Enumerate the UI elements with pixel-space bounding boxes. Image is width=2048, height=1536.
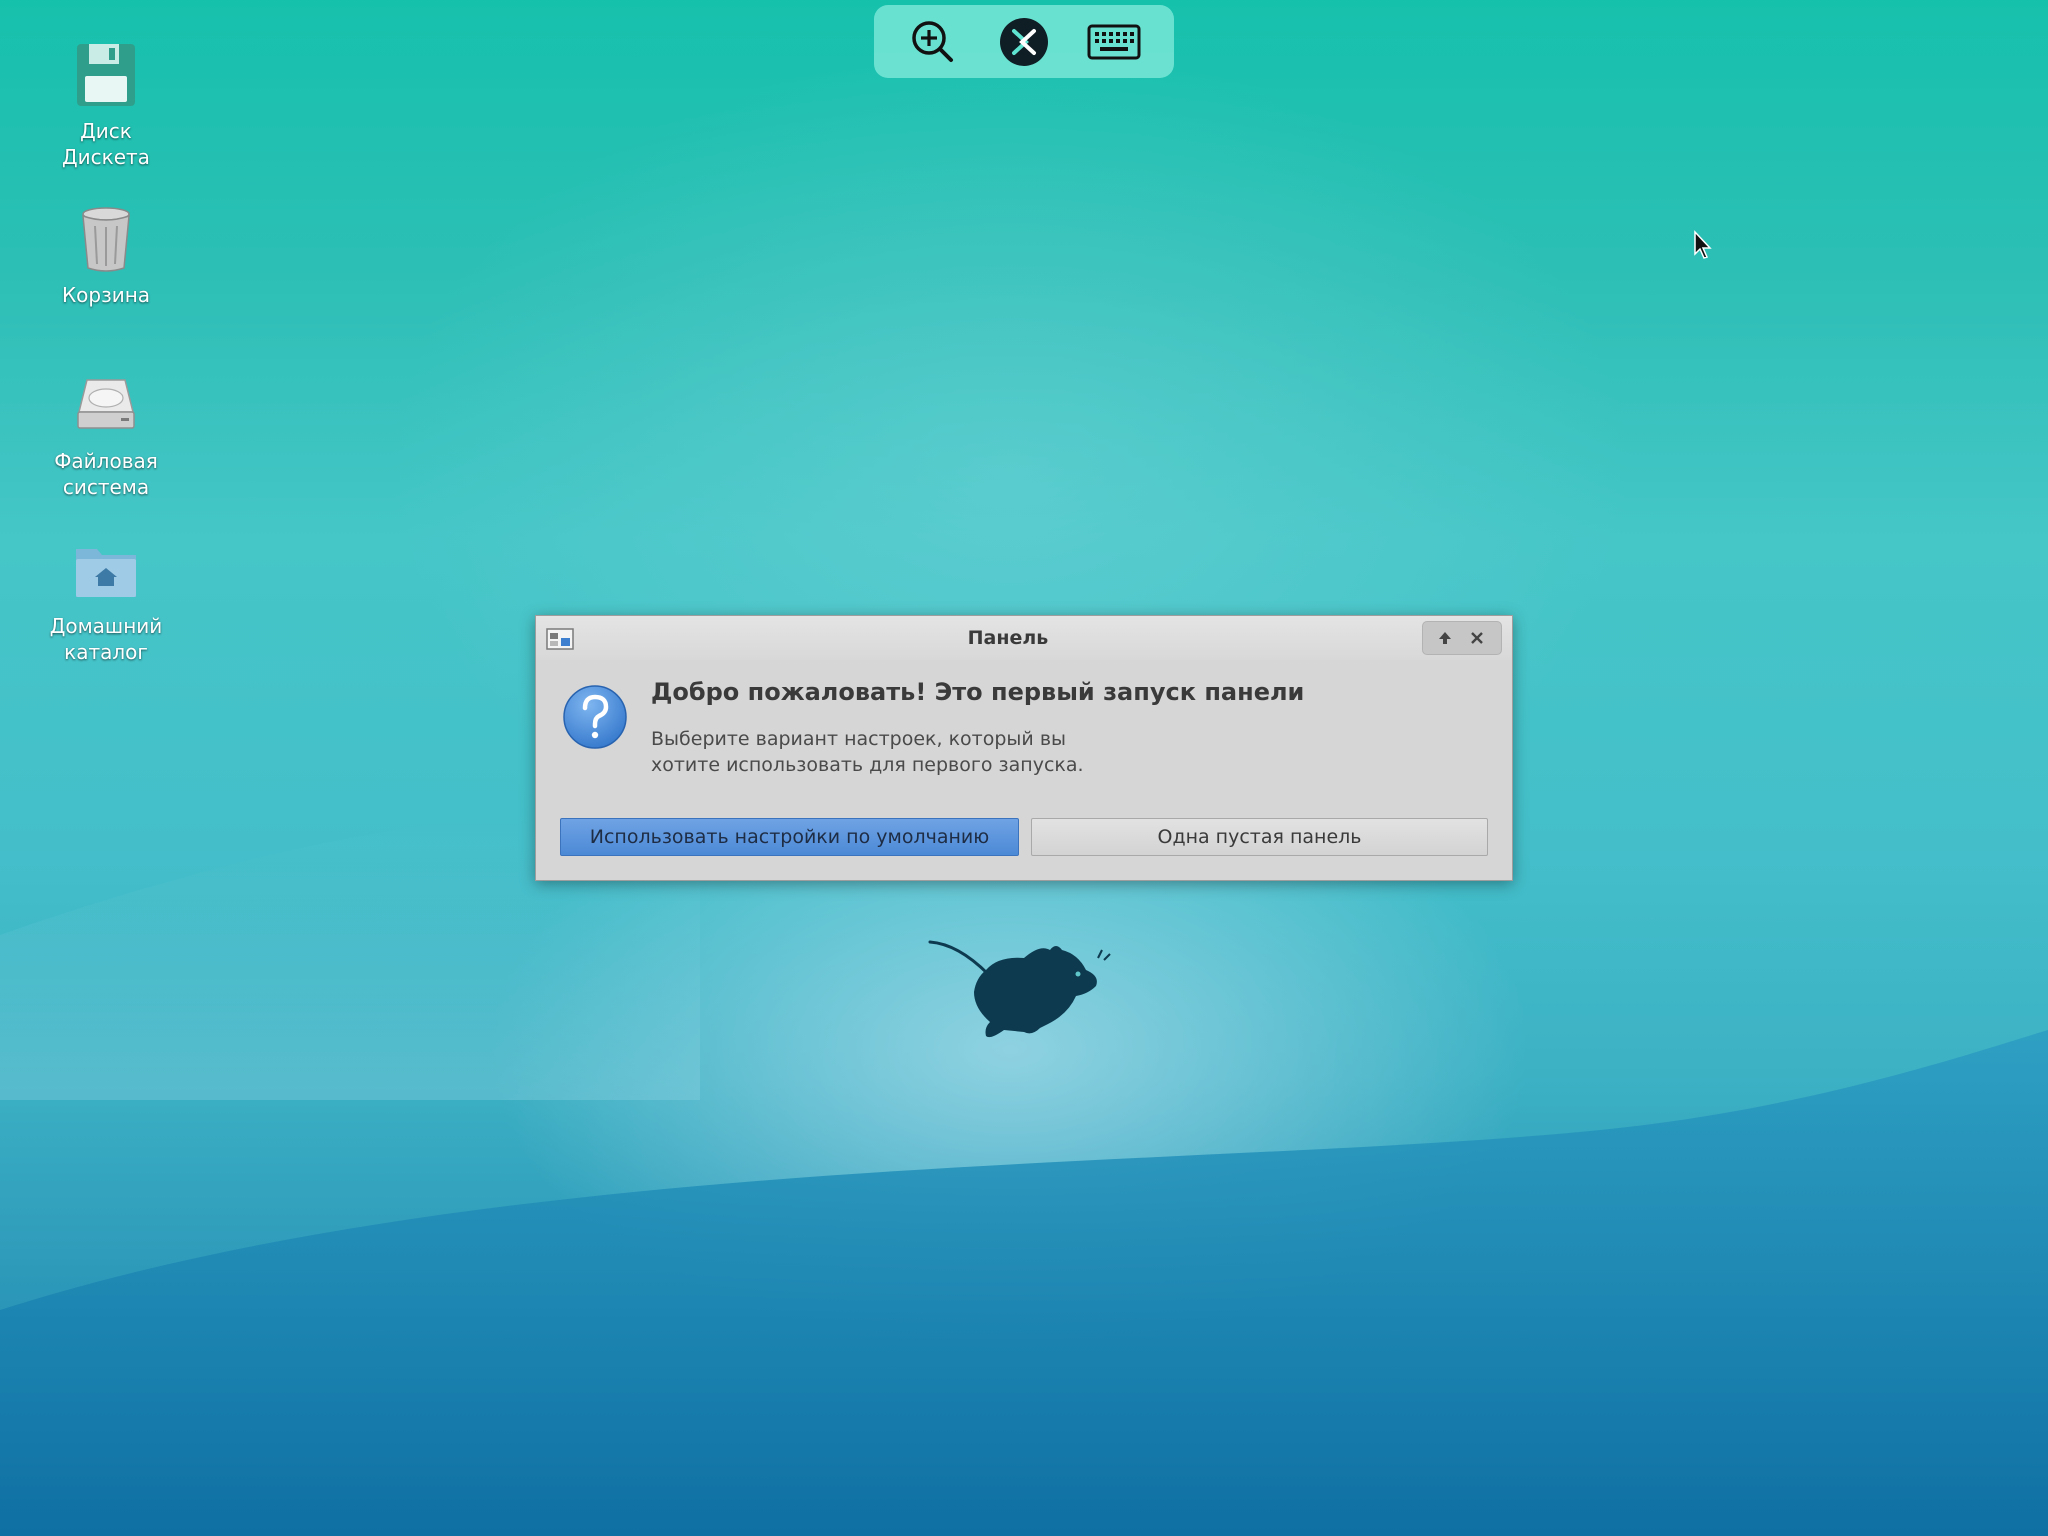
zoom-in-icon[interactable] [907, 17, 959, 67]
dialog-message: Выберите вариант настроек, который вы хо… [651, 726, 1211, 778]
dialog-title: Панель [967, 627, 1049, 649]
remote-toolbar [874, 5, 1174, 78]
panel-welcome-dialog: Панель Добро пожаловать! Это первый запу… [535, 615, 1513, 881]
desktop: Диск Дискета Корзина Файловая система До… [0, 0, 2048, 1536]
desktop-icon-label: Корзина [61, 283, 151, 307]
floppy-disk-icon [77, 44, 135, 106]
question-icon [563, 685, 627, 749]
maximize-icon[interactable] [1435, 628, 1455, 648]
desktop-icon-filesystem[interactable]: Файловая система [36, 370, 176, 500]
close-icon[interactable] [1467, 628, 1487, 648]
mouse-cursor-icon [1694, 230, 1712, 259]
desktop-icon-label: Домашний каталог [49, 614, 163, 664]
dialog-heading: Добро пожаловать! Это первый запуск пане… [651, 678, 1305, 706]
dialog-message-line: хотите использовать для первого запуска. [651, 754, 1084, 776]
xfce-mouse-logo [928, 940, 1111, 1038]
home-folder-icon [76, 549, 136, 597]
empty-panel-button[interactable]: Одна пустая панель [1031, 818, 1488, 856]
dialog-titlebar[interactable]: Панель [536, 616, 1512, 660]
desktop-icon-label: Файловая система [54, 449, 158, 499]
use-defaults-button[interactable]: Использовать настройки по умолчанию [560, 818, 1019, 856]
desktop-icon-home[interactable]: Домашний каталог [36, 535, 176, 665]
remote-connection-icon[interactable] [998, 17, 1050, 67]
desktop-icon-label: Диск Дискета [62, 119, 150, 169]
desktop-icon-trash[interactable]: Корзина [36, 204, 176, 308]
keyboard-icon[interactable] [1086, 17, 1141, 67]
trash-icon [82, 207, 130, 272]
hard-drive-icon [77, 379, 135, 429]
desktop-icon-floppy[interactable]: Диск Дискета [36, 40, 176, 170]
window-controls [1422, 621, 1502, 655]
dialog-message-line: Выберите вариант настроек, который вы [651, 728, 1067, 750]
